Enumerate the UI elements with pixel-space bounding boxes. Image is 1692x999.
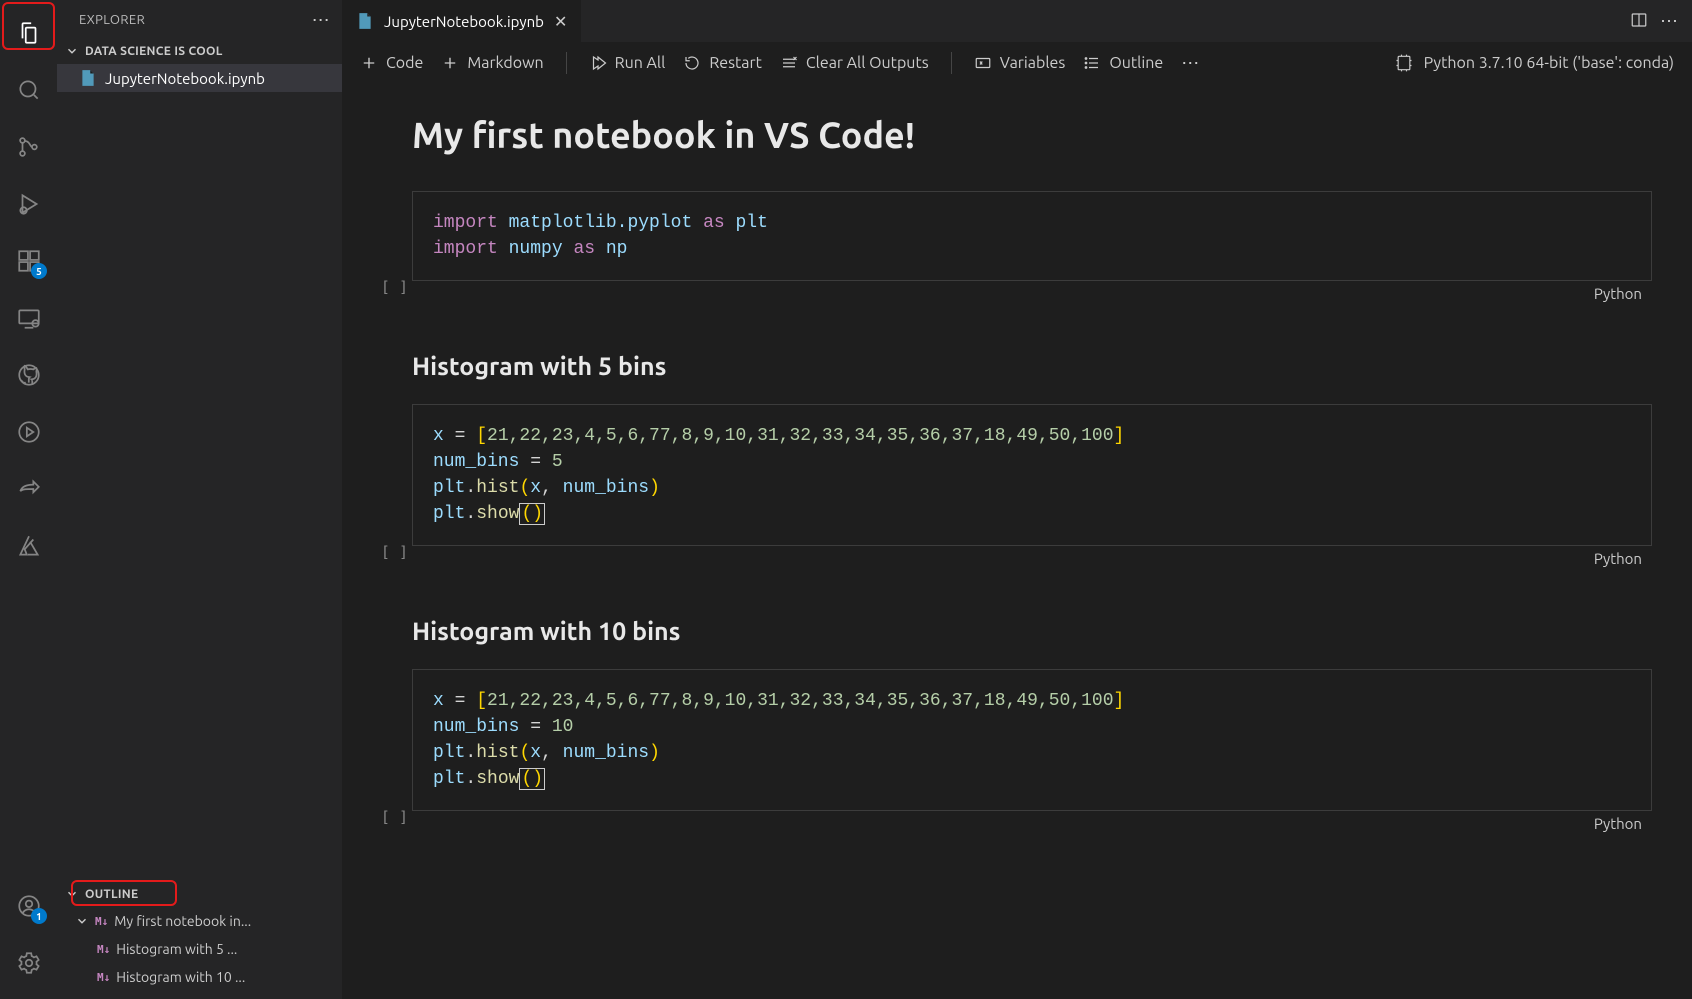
restart-label: Restart xyxy=(709,54,762,72)
outline-item-label: Histogram with 5 ... xyxy=(116,941,237,957)
variables-label: Variables xyxy=(1000,54,1066,72)
execution-count: [ ] xyxy=(372,278,408,296)
notebook-file-icon xyxy=(356,12,374,30)
notebook-h1: My first notebook in VS Code! xyxy=(412,114,1652,155)
sidebar: EXPLORER ⋯ DATA SCIENCE IS COOL JupyterN… xyxy=(57,0,342,999)
divider xyxy=(566,52,567,74)
sidebar-more-icon[interactable]: ⋯ xyxy=(312,10,330,31)
notebook-h2: Histogram with 5 bins xyxy=(412,352,1652,380)
editor-area: JupyterNotebook.ipynb ✕ ⋯ Code Markdown … xyxy=(342,0,1692,999)
add-code-label: Code xyxy=(386,54,423,72)
code-editor[interactable]: x = [21,22,23,4,5,6,77,8,9,10,31,32,33,3… xyxy=(412,669,1652,811)
add-markdown-label: Markdown xyxy=(467,54,543,72)
code-cell[interactable]: x = [21,22,23,4,5,6,77,8,9,10,31,32,33,3… xyxy=(372,404,1652,567)
code-cell[interactable]: x = [21,22,23,4,5,6,77,8,9,10,31,32,33,3… xyxy=(372,669,1652,832)
run-all-label: Run All xyxy=(615,54,666,72)
folder-name: DATA SCIENCE IS COOL xyxy=(85,45,223,58)
add-code-button[interactable]: Code xyxy=(360,54,423,72)
add-markdown-button[interactable]: Markdown xyxy=(441,54,543,72)
markdown-icon: M↓ xyxy=(97,971,110,984)
outline-title: OUTLINE xyxy=(85,888,138,901)
file-label: JupyterNotebook.ipynb xyxy=(105,70,265,87)
accounts-badge: 1 xyxy=(31,908,47,924)
run-all-button[interactable]: Run All xyxy=(589,54,666,72)
outline-header[interactable]: OUTLINE xyxy=(57,883,342,905)
toolbar-more-icon[interactable]: ⋯ xyxy=(1181,53,1199,74)
activity-debugger[interactable] xyxy=(0,403,57,460)
sidebar-title: EXPLORER xyxy=(79,13,145,27)
markdown-icon: M↓ xyxy=(95,915,108,928)
chevron-down-icon xyxy=(65,44,79,58)
activity-accounts[interactable]: 1 xyxy=(0,877,57,934)
kernel-picker[interactable]: Python 3.7.10 64-bit ('base': conda) xyxy=(1394,53,1674,73)
notebook-toolbar: Code Markdown Run All Restart Clear All … xyxy=(342,42,1692,84)
kernel-label: Python 3.7.10 64-bit ('base': conda) xyxy=(1424,54,1674,72)
tab-notebook[interactable]: JupyterNotebook.ipynb ✕ xyxy=(342,0,582,42)
file-item[interactable]: JupyterNotebook.ipynb xyxy=(57,64,342,92)
outline-item[interactable]: M↓ My first notebook in... xyxy=(57,907,342,935)
tab-bar: JupyterNotebook.ipynb ✕ ⋯ xyxy=(342,0,1692,42)
outline-button[interactable]: Outline xyxy=(1083,54,1163,72)
activity-explorer[interactable] xyxy=(0,4,57,61)
language-tag[interactable]: Python xyxy=(1594,815,1642,832)
tab-label: JupyterNotebook.ipynb xyxy=(384,13,544,30)
extensions-badge: 5 xyxy=(31,263,47,279)
code-editor[interactable]: import matplotlib.pyplot as plt import n… xyxy=(412,191,1652,281)
activity-share[interactable] xyxy=(0,460,57,517)
folder-header[interactable]: DATA SCIENCE IS COOL xyxy=(57,40,342,62)
outline-item-label: My first notebook in... xyxy=(114,913,251,929)
activity-source-control[interactable] xyxy=(0,118,57,175)
outline-item[interactable]: M↓ Histogram with 10 ... xyxy=(57,963,342,991)
restart-button[interactable]: Restart xyxy=(683,54,762,72)
activity-search[interactable] xyxy=(0,61,57,118)
activity-settings[interactable] xyxy=(0,934,57,991)
activity-run-debug[interactable] xyxy=(0,175,57,232)
outline-item-label: Histogram with 10 ... xyxy=(116,969,245,985)
activity-extensions[interactable]: 5 xyxy=(0,232,57,289)
activity-github[interactable] xyxy=(0,346,57,403)
markdown-icon: M↓ xyxy=(97,943,110,956)
variables-button[interactable]: Variables xyxy=(974,54,1066,72)
split-editor-icon[interactable] xyxy=(1630,11,1648,32)
divider xyxy=(951,52,952,74)
code-editor[interactable]: x = [21,22,23,4,5,6,77,8,9,10,31,32,33,3… xyxy=(412,404,1652,546)
more-actions-icon[interactable]: ⋯ xyxy=(1660,11,1678,32)
clear-outputs-button[interactable]: Clear All Outputs xyxy=(780,54,929,72)
notebook-h2: Histogram with 10 bins xyxy=(412,617,1652,645)
language-tag[interactable]: Python xyxy=(1594,550,1642,567)
outline-label: Outline xyxy=(1109,54,1163,72)
chevron-down-icon xyxy=(75,914,89,928)
clear-outputs-label: Clear All Outputs xyxy=(806,54,929,72)
execution-count: [ ] xyxy=(372,808,408,826)
outline-item[interactable]: M↓ Histogram with 5 ... xyxy=(57,935,342,963)
activity-remote[interactable] xyxy=(0,289,57,346)
activity-azure[interactable] xyxy=(0,517,57,574)
notebook-file-icon xyxy=(79,69,97,87)
notebook-content[interactable]: My first notebook in VS Code! import mat… xyxy=(342,84,1692,999)
execution-count: [ ] xyxy=(372,543,408,561)
chevron-down-icon xyxy=(65,887,79,901)
activity-bar: 5 1 xyxy=(0,0,57,999)
code-cell[interactable]: import matplotlib.pyplot as plt import n… xyxy=(372,191,1652,302)
close-icon[interactable]: ✕ xyxy=(554,12,567,31)
language-tag[interactable]: Python xyxy=(1594,285,1642,302)
